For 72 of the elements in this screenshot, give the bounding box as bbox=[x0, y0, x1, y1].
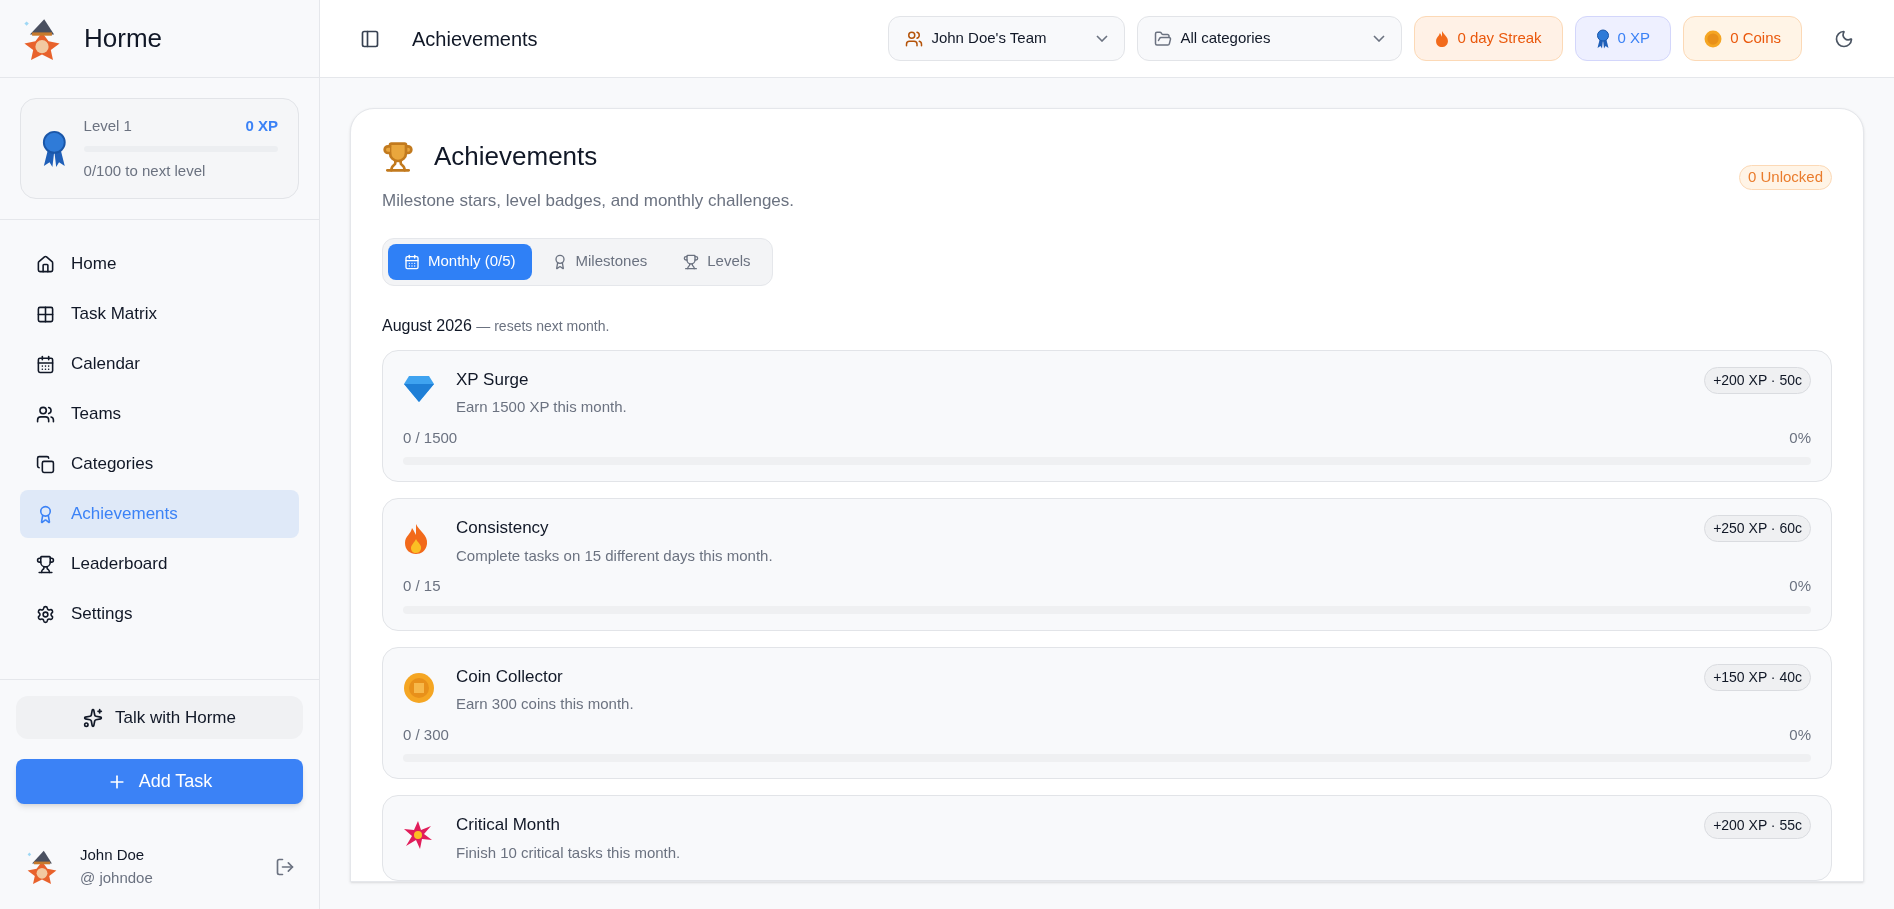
progress-count: 0 / 15 bbox=[403, 576, 441, 596]
progress-count: 0 / 300 bbox=[403, 724, 449, 745]
progress-percent: 0% bbox=[1789, 576, 1811, 596]
coin-icon bbox=[1704, 29, 1723, 48]
level-label: Level 1 bbox=[83, 116, 132, 136]
challenge-title: Coin Collector bbox=[456, 665, 564, 688]
diamond-icon bbox=[403, 374, 435, 403]
add-task-button[interactable]: Add Task bbox=[16, 759, 303, 804]
reward-badge: +200 XP · 55c bbox=[1704, 812, 1811, 839]
burst-icon bbox=[403, 820, 433, 850]
ribbon-badge-icon bbox=[41, 129, 68, 168]
ribbon-badge-icon bbox=[1595, 28, 1610, 49]
nav-item[interactable]: Teams bbox=[20, 390, 299, 438]
challenge-description: Earn 1500 XP this month. bbox=[456, 397, 628, 417]
grid-icon bbox=[36, 304, 55, 324]
reward-badge: +200 XP · 50c bbox=[1704, 366, 1811, 394]
calendar-icon bbox=[404, 253, 420, 270]
nav-item[interactable]: Task Matrix bbox=[20, 290, 299, 338]
trophy-icon bbox=[382, 140, 414, 173]
tab[interactable]: Monthly (0/5) bbox=[388, 243, 532, 280]
category-dropdown[interactable]: All categories bbox=[1137, 16, 1403, 61]
unlocked-badge: 0 Unlocked bbox=[1738, 165, 1832, 190]
app-name: Horme bbox=[84, 22, 162, 55]
progress-percent: 0% bbox=[1789, 724, 1811, 745]
challenge-title: Critical Month bbox=[456, 814, 561, 836]
sparkles-icon bbox=[83, 707, 104, 728]
page-subtitle: Milestone stars, level badges, and monthly challenges. bbox=[382, 190, 794, 212]
coins-badge: 0 Coins bbox=[1683, 16, 1802, 61]
home-icon bbox=[36, 254, 55, 274]
layers-icon bbox=[36, 454, 55, 474]
progress-count: 0 / 1500 bbox=[403, 427, 458, 448]
sidebar-toggle-icon[interactable] bbox=[360, 28, 380, 49]
flame-icon bbox=[1435, 29, 1450, 48]
chevron-down-icon bbox=[1096, 35, 1109, 42]
settings-icon bbox=[36, 604, 55, 624]
chevron-down-icon bbox=[1373, 35, 1386, 42]
nav-item[interactable]: Settings bbox=[20, 590, 299, 638]
tab[interactable]: Levels bbox=[667, 243, 767, 280]
challenge-description: Finish 10 critical tasks this month. bbox=[456, 842, 682, 863]
tab[interactable]: Milestones bbox=[535, 243, 664, 280]
trophy-icon bbox=[683, 253, 700, 270]
nav-item[interactable]: Categories bbox=[20, 440, 299, 488]
period-line: August 2026 — resets next month. bbox=[382, 315, 611, 336]
challenge-title: Consistency bbox=[456, 517, 550, 539]
nav-item[interactable]: Home bbox=[20, 240, 299, 288]
flame-icon bbox=[403, 523, 429, 555]
progress-percent: 0% bbox=[1789, 427, 1811, 448]
streak-badge: 0 day Streak bbox=[1414, 16, 1563, 61]
folder-icon bbox=[1154, 29, 1173, 48]
theme-toggle-icon[interactable] bbox=[1834, 28, 1854, 49]
challenge-description: Complete tasks on 15 different days this month. bbox=[456, 545, 774, 566]
challenge-description: Earn 300 coins this month. bbox=[456, 694, 635, 714]
nav-item[interactable]: Calendar bbox=[20, 340, 299, 388]
users-icon bbox=[36, 404, 55, 424]
coin-icon bbox=[403, 671, 435, 704]
challenge-title: XP Surge bbox=[456, 368, 530, 391]
team-dropdown[interactable]: John Doe's Team bbox=[888, 16, 1126, 61]
header-title: Achievements bbox=[412, 26, 539, 52]
trophy-icon bbox=[36, 554, 55, 574]
nav-item[interactable]: Leaderboard bbox=[20, 540, 299, 588]
xp-value: 0 XP bbox=[245, 116, 278, 136]
logout-icon[interactable] bbox=[275, 856, 295, 877]
xp-badge: 0 XP bbox=[1574, 16, 1672, 61]
user-name: John Doe bbox=[80, 845, 146, 865]
page-title: Achievements bbox=[434, 140, 598, 173]
talk-button[interactable]: Talk with Horme bbox=[16, 696, 303, 739]
user-handle: @ johndoe bbox=[80, 867, 154, 888]
calendar-icon bbox=[36, 354, 55, 374]
reward-badge: +150 XP · 40c bbox=[1704, 663, 1811, 691]
level-caption: 0/100 to next level bbox=[83, 160, 207, 181]
reward-badge: +250 XP · 60c bbox=[1704, 515, 1811, 542]
team-icon bbox=[905, 29, 924, 48]
